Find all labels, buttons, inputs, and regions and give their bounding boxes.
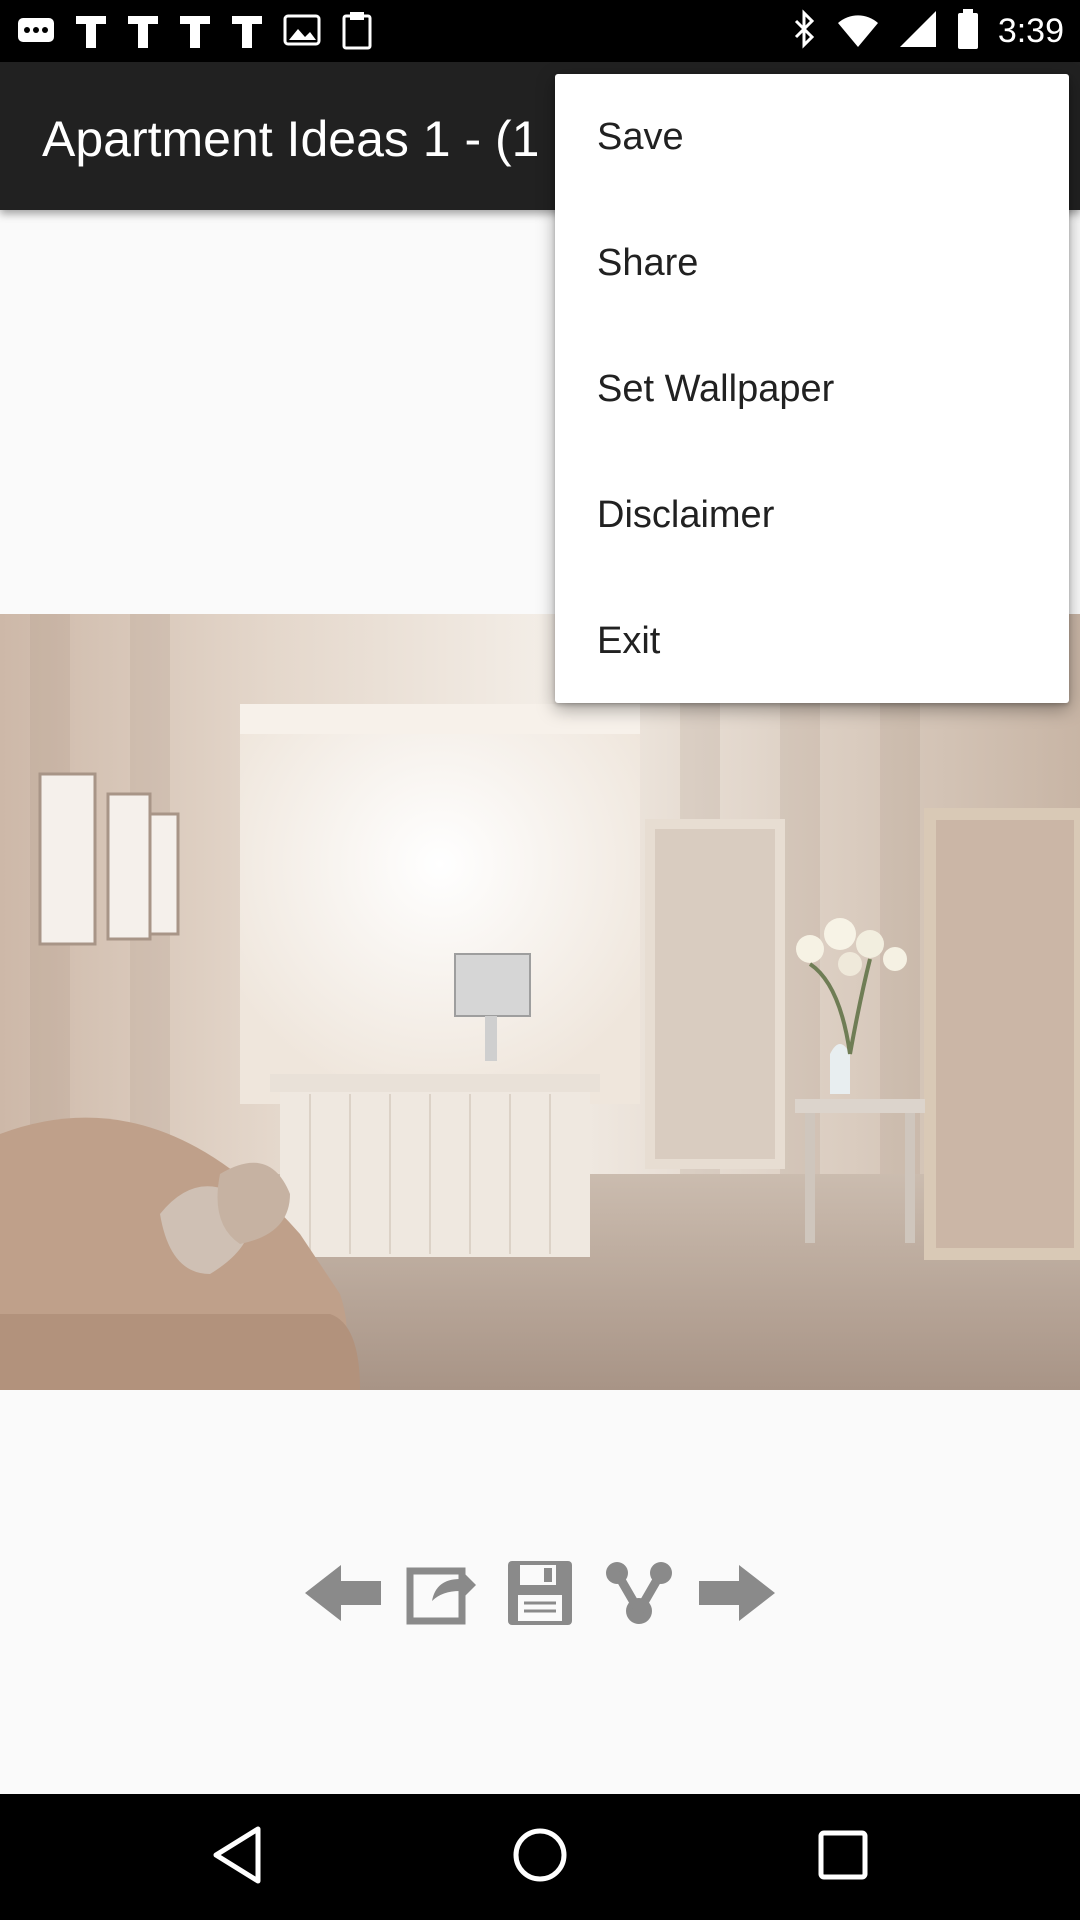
overflow-menu: Save Share Set Wallpaper Disclaimer Exit [555,74,1069,703]
arrow-left-icon [301,1561,385,1630]
screen: 3:39 Apartment Ideas 1 - (1 Save Share S… [0,0,1080,1920]
battery-icon [956,8,980,55]
save-disk-icon [506,1559,574,1632]
bottom-toolbar [300,1550,780,1640]
notification-icon [178,10,212,55]
save-button[interactable] [497,1552,583,1638]
status-time: 3:39 [997,12,1064,50]
share-button[interactable] [596,1552,682,1638]
navigation-bar [0,1794,1080,1920]
menu-item-set-wallpaper[interactable]: Set Wallpaper [555,326,1069,452]
set-wallpaper-button[interactable] [399,1552,485,1638]
back-icon [210,1825,264,1890]
next-button[interactable] [694,1552,780,1638]
menu-item-share[interactable]: Share [555,200,1069,326]
image-icon [282,10,322,55]
bluetooth-icon [792,9,818,54]
arrow-right-icon [695,1561,779,1630]
home-icon [510,1825,570,1890]
wallpaper-image[interactable] [0,614,1080,1390]
clipboard-icon [340,10,374,55]
notification-icon [74,10,108,55]
wifi-icon [836,9,880,54]
previous-button[interactable] [300,1552,386,1638]
menu-item-exit[interactable]: Exit [555,578,1069,704]
share-icon [605,1559,673,1632]
recents-icon [816,1828,870,1887]
notification-icon [126,10,160,55]
more-icon [16,10,56,55]
status-right: 3:39 [792,8,1064,55]
back-button[interactable] [204,1824,270,1890]
home-button[interactable] [507,1824,573,1890]
page-title: Apartment Ideas 1 - (1 [42,111,540,167]
recents-button[interactable] [810,1824,876,1890]
status-left [16,10,374,55]
signal-icon [898,9,938,54]
notification-icon [230,10,264,55]
set-wallpaper-icon [406,1561,478,1630]
menu-item-save[interactable]: Save [555,74,1069,200]
menu-item-disclaimer[interactable]: Disclaimer [555,452,1069,578]
status-bar: 3:39 [0,0,1080,62]
